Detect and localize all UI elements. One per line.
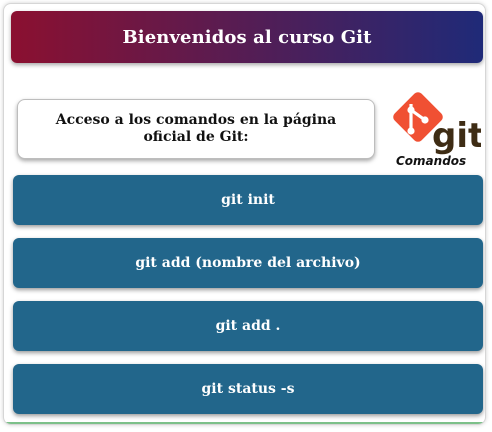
command-button-git-add-all[interactable]: git add .	[13, 301, 483, 351]
command-button-git-status[interactable]: git status -s	[13, 364, 483, 414]
command-button-git-add-file[interactable]: git add (nombre del archivo)	[13, 238, 483, 288]
page-title: Bienvenidos al curso Git	[122, 26, 372, 48]
command-label: git add .	[215, 318, 281, 334]
git-wordmark: git	[432, 116, 481, 156]
bottom-divider	[4, 422, 485, 424]
page-header: Bienvenidos al curso Git	[11, 11, 483, 63]
logo-caption: Comandos	[396, 154, 467, 168]
official-docs-text: Acceso a los comandos en la página ofici…	[55, 112, 337, 145]
command-label: git init	[221, 192, 275, 208]
git-logo[interactable]: git Comandos	[389, 92, 481, 172]
git-logo-icon: git	[393, 92, 481, 156]
card-container: Bienvenidos al curso Git Acceso a los co…	[3, 3, 486, 425]
command-button-git-init[interactable]: git init	[13, 175, 483, 225]
official-docs-link[interactable]: Acceso a los comandos en la página ofici…	[17, 99, 375, 159]
command-label: git add (nombre del archivo)	[135, 255, 361, 271]
command-label: git status -s	[201, 381, 295, 397]
